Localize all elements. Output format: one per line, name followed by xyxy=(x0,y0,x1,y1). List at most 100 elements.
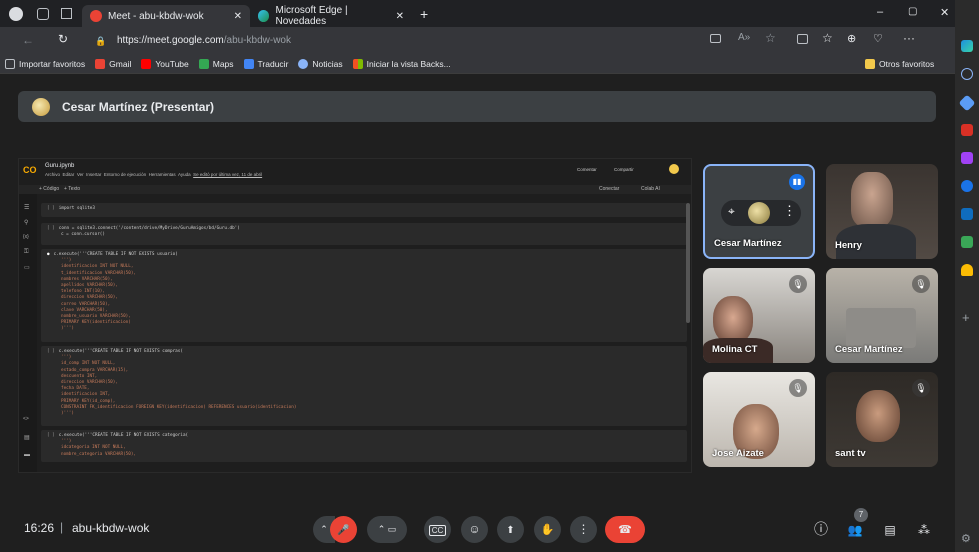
favorite-star-icon[interactable]: ☆ xyxy=(765,31,776,45)
code-cell[interactable]: [ ] c.execute('''CREATE TABLE IF NOT EXIS… xyxy=(41,430,687,462)
comment-button[interactable]: Comentar xyxy=(577,167,597,172)
tab-actions-icon[interactable] xyxy=(61,8,72,19)
code-cell[interactable]: [ ] import sqlite3 xyxy=(41,203,687,217)
run-cell-icon[interactable]: ● xyxy=(47,252,50,257)
participant-tile[interactable]: 🎙 Cesar Martínez xyxy=(826,268,938,363)
search-sidebar-icon[interactable] xyxy=(961,68,973,80)
add-code-button[interactable]: + Código xyxy=(39,186,59,192)
menu-help[interactable]: Ayuda xyxy=(178,172,191,177)
workspaces-icon[interactable] xyxy=(37,7,49,20)
last-edit-link[interactable]: Se editó por última vez, 11 de abril xyxy=(193,172,262,177)
menu-tools[interactable]: Herramientas xyxy=(149,172,176,177)
tab-close-icon[interactable]: ✕ xyxy=(396,11,404,22)
code-snippets-icon[interactable]: <> xyxy=(23,416,29,422)
address-bar-row: ← ↻ 🔒 https://meet.google.com/abu-kbdw-w… xyxy=(0,27,955,54)
code-cell[interactable]: ● c.execute('''CREATE TABLE IF NOT EXISTS… xyxy=(41,249,687,342)
code-line: c.execute('''CREATE TABLE IF NOT EXISTS … xyxy=(53,252,178,257)
fav-gmail[interactable]: Gmail xyxy=(95,58,131,69)
people-button[interactable]: 👥 7 xyxy=(845,508,868,539)
tab-meet[interactable]: Meet - abu-kbdw-wok ✕ xyxy=(82,5,250,27)
sidebar-settings-icon[interactable]: ⚙ xyxy=(961,532,971,545)
terminal-icon[interactable]: ▬ xyxy=(24,452,30,458)
restore-button[interactable]: ▢ xyxy=(908,6,917,17)
video-options-button[interactable]: ⌃ ▭ xyxy=(367,516,407,543)
scrollbar[interactable] xyxy=(686,203,690,323)
camera-in-use-icon[interactable] xyxy=(710,34,721,43)
activities-button[interactable]: ⁂ xyxy=(914,519,934,539)
back-icon[interactable]: ← xyxy=(22,33,34,47)
people-icon: 👥 xyxy=(847,523,863,537)
close-window-button[interactable]: ✕ xyxy=(940,6,949,19)
secrets-icon[interactable]: ⚿ xyxy=(24,249,29,256)
connect-button[interactable]: Conectar xyxy=(599,186,619,192)
menu-file[interactable]: Archivo xyxy=(45,172,60,177)
refresh-icon[interactable]: ↻ xyxy=(58,32,68,46)
colab-ai-button[interactable]: Colab AI xyxy=(641,186,660,192)
tab-close-icon[interactable]: ✕ xyxy=(234,11,242,22)
menu-view[interactable]: Ver xyxy=(77,172,84,177)
participant-tile[interactable]: 🎙 Jose Aizate xyxy=(703,372,815,467)
code-cell[interactable]: [ ] c.execute('''CREATE TABLE IF NOT EXIS… xyxy=(41,346,687,426)
participant-name: Molina CT xyxy=(712,344,758,355)
fav-maps[interactable]: Maps xyxy=(198,58,234,69)
pin-icon[interactable]: ⌖ xyxy=(728,204,735,219)
variables-icon[interactable]: {x} xyxy=(23,234,29,240)
participant-tile[interactable]: 🎙 sant tv xyxy=(826,372,938,467)
meeting-info-button[interactable]: ⓘ xyxy=(811,519,831,539)
menu-edit[interactable]: Editar xyxy=(63,172,75,177)
menu-insert[interactable]: Insertar xyxy=(86,172,101,177)
drop-sidebar-icon[interactable] xyxy=(961,236,973,248)
leave-call-button[interactable]: ☎ xyxy=(605,516,645,543)
captions-button[interactable]: CC xyxy=(424,516,451,543)
search-icon[interactable]: ⚲ xyxy=(24,219,28,226)
outlook-sidebar-icon[interactable] xyxy=(961,208,973,220)
fav-backstage[interactable]: Iniciar la vista Backs... xyxy=(352,58,451,69)
command-palette-icon[interactable]: ▤ xyxy=(24,434,30,441)
captions-icon: CC xyxy=(428,525,447,536)
fav-other[interactable]: Otros favoritos xyxy=(865,59,934,69)
games-sidebar-icon[interactable] xyxy=(961,152,973,164)
tab-edge[interactable]: Microsoft Edge | Novedades ✕ xyxy=(250,5,412,27)
files-icon[interactable]: ▭ xyxy=(24,264,30,271)
settings-more-icon[interactable]: ··· xyxy=(903,31,915,45)
run-cell-icon[interactable]: [ ] xyxy=(47,349,55,354)
profile-icon[interactable] xyxy=(9,6,23,21)
tools-sidebar-icon[interactable] xyxy=(961,124,973,136)
more-options-icon[interactable]: ⋮ xyxy=(783,203,796,219)
mic-toggle-button[interactable]: 🎤 xyxy=(330,516,357,543)
run-cell-icon[interactable]: [ ] xyxy=(47,206,55,211)
reactions-button[interactable]: ☺ xyxy=(461,516,488,543)
participant-tile[interactable]: ▮▮ ⌖ ⋮ Cesar Martínez xyxy=(703,164,815,259)
share-button[interactable]: Compartir xyxy=(614,167,634,172)
run-cell-icon[interactable]: [ ] xyxy=(47,433,55,438)
microsoft365-sidebar-icon[interactable] xyxy=(961,180,973,192)
favorites-icon[interactable]: ☆ xyxy=(822,31,833,45)
copilot-sidebar-icon[interactable] xyxy=(961,40,973,52)
collections-icon[interactable]: ⊕ xyxy=(847,32,856,45)
present-button[interactable]: ⬆ xyxy=(497,516,524,543)
shopping-sidebar-icon[interactable] xyxy=(958,94,976,112)
colab-left-rail: ☰ ⚲ {x} ⚿ ▭ <> ▤ ▬ xyxy=(19,194,37,472)
fav-news[interactable]: Noticias xyxy=(298,58,343,69)
chat-button[interactable]: ▤ xyxy=(880,519,900,539)
new-tab-button[interactable]: + xyxy=(420,6,428,22)
more-options-button[interactable]: ⋮ xyxy=(570,516,597,543)
run-cell-icon[interactable]: [ ] xyxy=(47,226,55,231)
copilot-icon[interactable]: ♡ xyxy=(873,32,883,45)
minimize-button[interactable]: – xyxy=(877,6,883,18)
menu-runtime[interactable]: Entorno de ejecución xyxy=(104,172,146,177)
add-sidebar-icon[interactable]: + xyxy=(962,310,970,325)
participant-tile[interactable]: 🎙 Molina CT xyxy=(703,268,815,363)
fav-youtube[interactable]: YouTube xyxy=(141,58,189,69)
url-field[interactable]: 🔒 https://meet.google.com/abu-kbdw-wok xyxy=(95,32,655,50)
add-text-button[interactable]: + Texto xyxy=(64,186,80,192)
code-cell[interactable]: [ ] conn = sqlite3.connect('/content/driv… xyxy=(41,223,687,245)
read-aloud-icon[interactable]: A» xyxy=(738,32,750,43)
raise-hand-button[interactable]: ✋ xyxy=(534,516,561,543)
person-sidebar-icon[interactable] xyxy=(961,264,973,276)
fav-translate[interactable]: Traducir xyxy=(243,58,288,69)
split-screen-icon[interactable] xyxy=(797,34,808,44)
participant-tile[interactable]: Henry xyxy=(826,164,938,259)
toc-icon[interactable]: ☰ xyxy=(24,204,29,211)
fav-import[interactable]: Importar favoritos xyxy=(5,58,85,69)
